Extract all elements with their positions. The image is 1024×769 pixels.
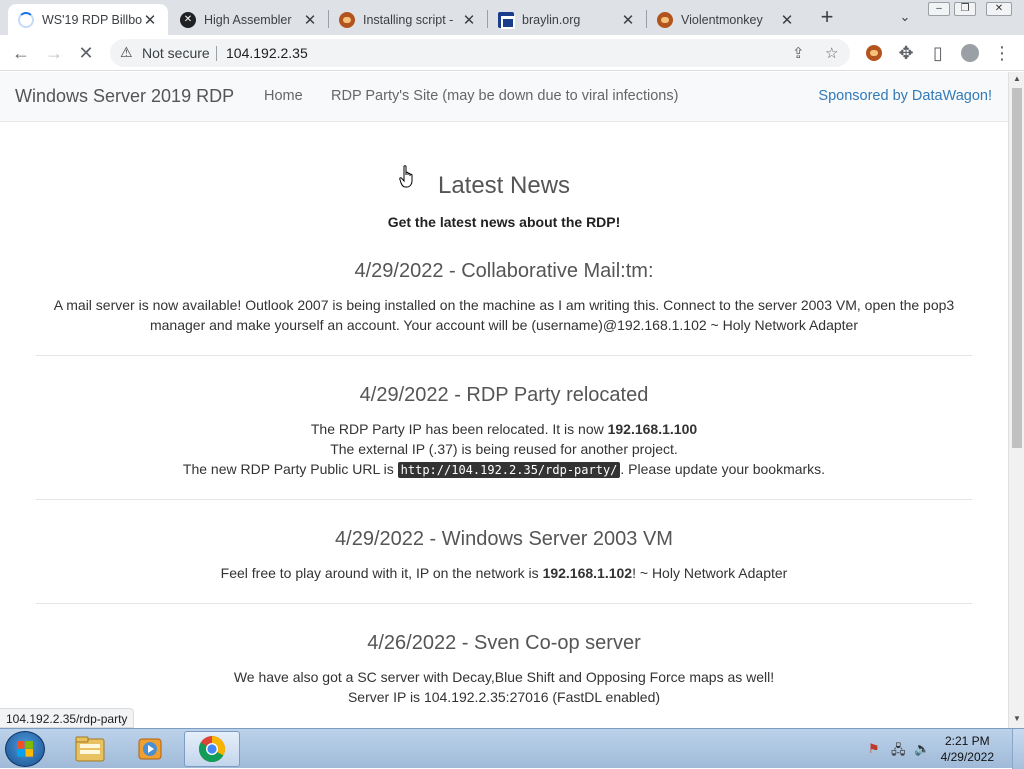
explorer-taskbar-button[interactable] bbox=[62, 731, 118, 767]
profile-avatar-icon[interactable] bbox=[957, 40, 983, 66]
post-text-prefix: Feel free to play around with it, IP on … bbox=[220, 565, 543, 581]
omnibox-divider bbox=[216, 46, 217, 61]
scroll-down-icon[interactable]: ▼ bbox=[1012, 714, 1022, 724]
violentmonkey-icon bbox=[866, 45, 882, 61]
tab-title: Violentmonkey bbox=[681, 12, 763, 27]
start-button[interactable] bbox=[5, 731, 45, 767]
sponsor-link[interactable]: Sponsored by DataWagon bbox=[818, 88, 988, 104]
close-icon[interactable]: ✕ bbox=[302, 12, 318, 29]
link-status-bubble: 104.192.2.35/rdp-party bbox=[0, 708, 135, 728]
url-text[interactable]: 104.192.2.35 bbox=[226, 45, 308, 61]
post-title: 4/29/2022 - RDP Party relocated bbox=[359, 384, 649, 406]
volume-icon[interactable]: 🔈 bbox=[914, 741, 930, 757]
web-page: Windows Server 2019 RDP Home RDP Party's… bbox=[0, 72, 1008, 728]
close-icon[interactable]: ✕ bbox=[620, 12, 636, 29]
tab-title: Installing script - bbox=[363, 12, 454, 27]
ip-address: 192.168.1.102 bbox=[542, 565, 633, 581]
post-text: We have also got a SC server with Decay,… bbox=[233, 669, 775, 685]
violentmonkey-icon bbox=[657, 11, 673, 28]
post-text: Feel free to play around with it, IP on … bbox=[0, 565, 1008, 581]
action-center-flag-icon[interactable]: ⚑ bbox=[868, 741, 880, 757]
security-label[interactable]: Not secure bbox=[142, 45, 210, 61]
post-text-prefix: The new RDP Party Public URL is bbox=[182, 461, 398, 477]
post-text-prefix: The RDP Party IP has been relocated. It … bbox=[310, 421, 608, 437]
post-divider bbox=[36, 603, 972, 604]
tab-braylin[interactable]: braylin.org ✕ bbox=[488, 4, 646, 35]
explorer-icon bbox=[75, 736, 105, 762]
back-arrow-icon[interactable]: ← bbox=[8, 40, 34, 66]
stop-loading-icon[interactable]: ✕ bbox=[73, 40, 99, 66]
post-text: The new RDP Party Public URL is http://1… bbox=[0, 461, 1008, 478]
close-window-button[interactable]: ✕ bbox=[986, 2, 1012, 16]
tab-title: braylin.org bbox=[522, 12, 581, 27]
hand-cursor-icon bbox=[399, 165, 413, 188]
minimize-window-button[interactable]: – bbox=[928, 2, 950, 16]
post-text: A mail server is now available! Outlook … bbox=[53, 297, 955, 313]
post-title: 4/29/2022 - Windows Server 2003 VM bbox=[335, 528, 673, 550]
tab-title: High Assembler bbox=[204, 12, 292, 27]
page-scrollbar[interactable]: ▲ ▼ bbox=[1008, 72, 1024, 728]
violentmonkey-icon bbox=[339, 11, 355, 28]
bookmark-star-icon[interactable]: ☆ bbox=[825, 44, 838, 62]
show-desktop-button[interactable] bbox=[1012, 729, 1024, 769]
taskbar: ⚑ 🖧 🔈 2:21 PM 4/29/2022 bbox=[0, 728, 1024, 769]
braylin-icon bbox=[498, 11, 515, 29]
chrome-icon bbox=[198, 736, 226, 763]
avatar bbox=[961, 44, 979, 62]
post-text: The RDP Party IP has been relocated. It … bbox=[0, 421, 1008, 437]
menu-kebab-icon[interactable]: ⋮ bbox=[989, 40, 1015, 66]
share-icon[interactable]: ⇪ bbox=[792, 44, 805, 62]
site-navbar: Windows Server 2019 RDP Home RDP Party's… bbox=[0, 72, 1008, 122]
nav-rdp-party-link[interactable]: RDP Party's Site (may be down due to vir… bbox=[331, 88, 678, 104]
nav-home-link[interactable]: Home bbox=[264, 88, 303, 104]
address-bar[interactable]: ⚠ Not secure 104.192.2.35 ⇪ ☆ bbox=[110, 39, 850, 67]
post-text-suffix: . Please update your bookmarks. bbox=[620, 461, 826, 477]
page-subtitle: Get the latest news about the RDP! bbox=[387, 214, 621, 230]
scroll-thumb[interactable] bbox=[1012, 88, 1022, 448]
page-title: Latest News bbox=[437, 172, 571, 199]
tab-installing-script[interactable]: Installing script - ✕ bbox=[329, 4, 487, 35]
scroll-up-icon[interactable]: ▲ bbox=[1012, 74, 1022, 84]
close-icon[interactable]: ✕ bbox=[142, 12, 158, 29]
restore-window-button[interactable]: ❐ bbox=[954, 2, 976, 16]
sponsor-bang: ! bbox=[987, 88, 992, 104]
browser-toolbar: ← → ✕ ⚠ Not secure 104.192.2.35 ⇪ ☆ ✥ ▯ … bbox=[0, 35, 1024, 71]
tab-rdp-billboard[interactable]: WS'19 RDP Billbo ✕ bbox=[8, 4, 168, 35]
post-text: Server IP is 104.192.2.35:27016 (FastDL … bbox=[347, 689, 661, 705]
loading-spinner-icon bbox=[18, 11, 34, 28]
ip-address: 192.168.1.100 bbox=[607, 421, 698, 437]
post-text: The external IP (.37) is being reused fo… bbox=[330, 441, 678, 457]
sponsor-line: Sponsored by DataWagon! bbox=[818, 88, 992, 104]
close-icon[interactable]: ✕ bbox=[461, 12, 477, 29]
side-panel-icon[interactable]: ▯ bbox=[925, 40, 951, 66]
tab-strip: WS'19 RDP Billbo ✕ ✕ High Assembler ✕ In… bbox=[0, 0, 1024, 35]
post-title: 4/26/2022 - Sven Co-op server bbox=[367, 632, 641, 654]
new-tab-button[interactable]: + bbox=[814, 6, 840, 29]
forward-arrow-icon[interactable]: → bbox=[41, 40, 67, 66]
media-player-icon bbox=[138, 738, 162, 760]
clock-date: 4/29/2022 bbox=[940, 750, 994, 764]
post-divider bbox=[36, 355, 972, 356]
chrome-taskbar-button[interactable] bbox=[184, 731, 240, 767]
post-divider bbox=[36, 499, 972, 500]
high-assembler-icon: ✕ bbox=[180, 11, 196, 28]
extensions-puzzle-icon[interactable]: ✥ bbox=[893, 40, 919, 66]
violentmonkey-extension-icon[interactable] bbox=[861, 40, 887, 66]
post-text-suffix: ! ~ Holy Network Adapter bbox=[632, 565, 788, 581]
site-brand[interactable]: Windows Server 2019 RDP bbox=[15, 86, 234, 107]
clock[interactable]: 2:21 PM 4/29/2022 bbox=[941, 733, 994, 765]
clock-time: 2:21 PM bbox=[944, 734, 990, 748]
tab-title: WS'19 RDP Billbo bbox=[42, 12, 142, 27]
tab-high-assembler[interactable]: ✕ High Assembler ✕ bbox=[170, 4, 328, 35]
post-text: manager and make yourself an account. Yo… bbox=[149, 317, 858, 333]
network-icon[interactable]: 🖧 bbox=[891, 741, 906, 763]
post-title: 4/29/2022 - Collaborative Mail:tm: bbox=[354, 260, 654, 282]
tab-search-chevron-icon[interactable]: ⌄ bbox=[895, 9, 915, 27]
warning-triangle-icon[interactable]: ⚠ bbox=[120, 44, 133, 61]
tab-violentmonkey[interactable]: Violentmonkey ✕ bbox=[647, 4, 805, 35]
public-url-code: http://104.192.2.35/rdp-party/ bbox=[397, 462, 621, 478]
close-icon[interactable]: ✕ bbox=[779, 12, 795, 29]
system-tray: ⚑ 🖧 🔈 2:21 PM 4/29/2022 bbox=[858, 729, 1024, 769]
media-player-taskbar-button[interactable] bbox=[122, 731, 178, 767]
